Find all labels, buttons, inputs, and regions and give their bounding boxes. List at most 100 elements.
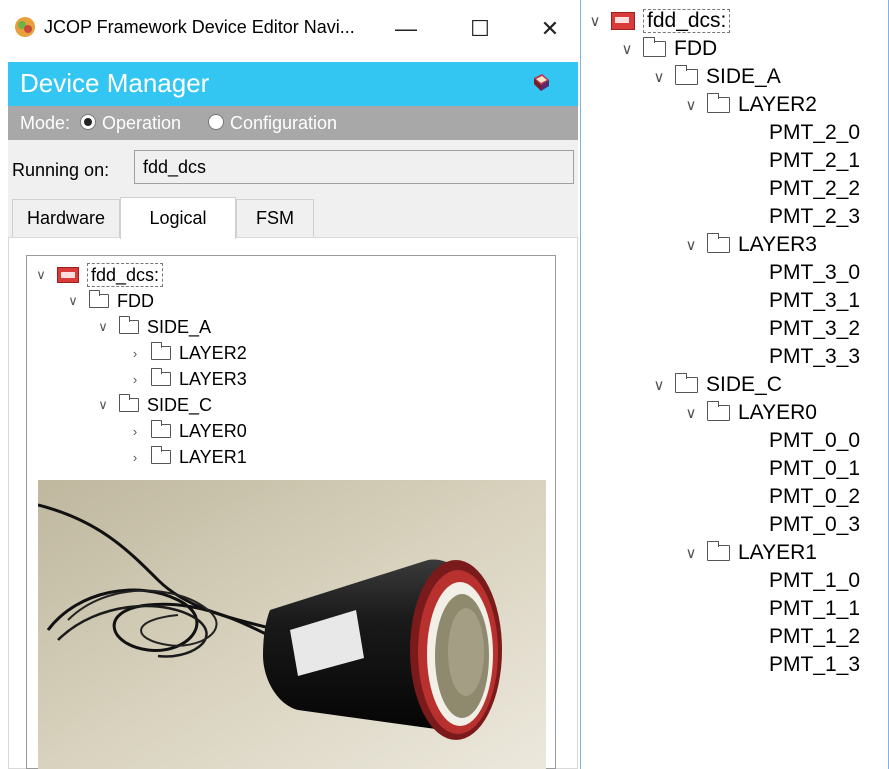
folder-icon: [675, 373, 698, 393]
tree-node-root[interactable]: ∨ fdd_dcs:: [587, 8, 731, 34]
running-on-field[interactable]: fdd_dcs: [134, 150, 574, 184]
tree-node-label: LAYER1: [179, 446, 247, 467]
tree-leaf-pmt[interactable]: PMT_3_2: [769, 316, 860, 342]
tree-node-label: SIDE_C: [706, 373, 782, 396]
radio-unchecked-icon: [208, 114, 224, 130]
tree-node-layer3[interactable]: ∨ LAYER3: [683, 232, 817, 258]
window-title-bar[interactable]: JCOP Framework Device Editor Navi... — ☐…: [0, 0, 575, 62]
tree-leaf-pmt[interactable]: PMT_1_0: [769, 568, 860, 594]
tree-node-side-a[interactable]: ∨ SIDE_A: [95, 314, 211, 340]
tree-node-label: FDD: [117, 290, 154, 311]
folder-icon: [151, 342, 171, 360]
chevron-down-icon[interactable]: ∨: [651, 375, 667, 395]
tree-leaf-pmt[interactable]: PMT_1_3: [769, 652, 860, 678]
chevron-down-icon[interactable]: ∨: [619, 39, 635, 59]
tree-node-side-a[interactable]: ∨ SIDE_A: [651, 64, 781, 90]
tree-node-label: LAYER1: [738, 541, 817, 564]
folder-icon: [707, 401, 730, 421]
mode-configuration-radio[interactable]: Configuration: [204, 113, 337, 134]
close-button[interactable]: ✕: [530, 12, 570, 46]
chevron-down-icon[interactable]: ∨: [33, 265, 49, 285]
chevron-down-icon[interactable]: ∨: [95, 317, 111, 337]
mode-operation-radio[interactable]: Operation: [76, 113, 181, 134]
tree-node-layer0[interactable]: › LAYER0: [127, 418, 247, 444]
tree-node-label: fdd_dcs:: [87, 263, 164, 287]
tree-node-layer2[interactable]: ∨ LAYER2: [683, 92, 817, 118]
tree-node-layer2[interactable]: › LAYER2: [127, 340, 247, 366]
tree-leaf-pmt[interactable]: PMT_1_1: [769, 596, 860, 622]
folder-icon: [89, 290, 109, 308]
tree-node-root[interactable]: ∨ fdd_dcs:: [33, 262, 164, 288]
tree-node-label: LAYER0: [738, 401, 817, 424]
tree-node-label: fdd_dcs:: [643, 9, 731, 33]
mode-label: Mode:: [20, 113, 71, 133]
tree-leaf-pmt[interactable]: PMT_2_1: [769, 148, 860, 174]
chevron-right-icon[interactable]: ›: [127, 369, 143, 389]
tree-leaf-pmt[interactable]: PMT_3_1: [769, 288, 860, 314]
tree-node-label: LAYER2: [179, 342, 247, 363]
app-icon: [15, 17, 35, 37]
folder-icon: [151, 446, 171, 464]
tree-leaf-pmt[interactable]: PMT_2_0: [769, 120, 860, 146]
tab-logical[interactable]: Logical: [120, 197, 236, 239]
tree-node-side-c[interactable]: ∨ SIDE_C: [651, 372, 782, 398]
tree-node-label: LAYER3: [738, 233, 817, 256]
chevron-down-icon[interactable]: ∨: [683, 543, 699, 563]
tree-node-fdd[interactable]: ∨ FDD: [65, 288, 154, 314]
tree-node-layer1[interactable]: › LAYER1: [127, 444, 247, 470]
folder-icon: [151, 368, 171, 386]
tree-node-label: SIDE_A: [147, 316, 212, 337]
chevron-down-icon[interactable]: ∨: [587, 11, 603, 31]
folder-icon: [707, 541, 730, 561]
device-manager-header: Device Manager: [8, 62, 578, 106]
chevron-down-icon[interactable]: ∨: [95, 395, 111, 415]
folder-icon: [675, 65, 698, 85]
mode-configuration-label: Configuration: [230, 113, 338, 133]
folder-icon: [643, 37, 666, 57]
tree-node-side-c[interactable]: ∨ SIDE_C: [95, 392, 212, 418]
folder-icon: [707, 233, 730, 253]
chevron-right-icon[interactable]: ›: [127, 421, 143, 441]
chevron-right-icon[interactable]: ›: [127, 343, 143, 363]
system-icon: [57, 267, 79, 283]
help-book-icon[interactable]: [530, 72, 552, 94]
tree-node-label: SIDE_C: [147, 394, 213, 415]
tree-node-label: LAYER2: [738, 93, 817, 116]
running-on-label: Running on:: [12, 160, 110, 180]
chevron-down-icon[interactable]: ∨: [683, 95, 699, 115]
chevron-down-icon[interactable]: ∨: [651, 67, 667, 87]
tree-leaf-pmt[interactable]: PMT_3_3: [769, 344, 860, 370]
tree-node-label: LAYER3: [179, 368, 247, 389]
tree-leaf-pmt[interactable]: PMT_1_2: [769, 624, 860, 650]
mode-bar: Mode: Operation Configuration: [8, 106, 578, 140]
tree-leaf-pmt[interactable]: PMT_0_2: [769, 484, 860, 510]
tree-leaf-pmt[interactable]: PMT_0_1: [769, 456, 860, 482]
tree-leaf-pmt[interactable]: PMT_3_0: [769, 260, 860, 286]
tree-node-layer3[interactable]: › LAYER3: [127, 366, 247, 392]
chevron-down-icon[interactable]: ∨: [683, 403, 699, 423]
tree-node-layer1[interactable]: ∨ LAYER1: [683, 540, 817, 566]
chevron-down-icon[interactable]: ∨: [65, 291, 81, 311]
page-title: Device Manager: [20, 68, 210, 98]
expanded-tree-panel: ∨ fdd_dcs: ∨ FDD ∨ SIDE_A ∨ LAYER2 PMT_2…: [580, 0, 889, 769]
tree-node-label: LAYER0: [179, 420, 247, 441]
folder-icon: [151, 420, 171, 438]
mode-operation-label: Operation: [102, 113, 182, 133]
tab-fsm[interactable]: FSM: [236, 199, 314, 237]
tree-leaf-pmt[interactable]: PMT_2_3: [769, 204, 860, 230]
chevron-right-icon[interactable]: ›: [127, 447, 143, 467]
system-icon: [611, 12, 635, 30]
tab-hardware[interactable]: Hardware: [12, 199, 120, 237]
minimize-button[interactable]: —: [386, 12, 426, 46]
window-title: JCOP Framework Device Editor Navi...: [44, 17, 355, 37]
tree-leaf-pmt[interactable]: PMT_2_2: [769, 176, 860, 202]
maximize-button[interactable]: ☐: [460, 12, 500, 46]
tree-leaf-pmt[interactable]: PMT_0_0: [769, 428, 860, 454]
tree-node-fdd[interactable]: ∨ FDD: [619, 36, 717, 62]
tree-node-label: SIDE_A: [706, 65, 781, 88]
folder-icon: [707, 93, 730, 113]
tree-leaf-pmt[interactable]: PMT_0_3: [769, 512, 860, 538]
tree-node-layer0[interactable]: ∨ LAYER0: [683, 400, 817, 426]
chevron-down-icon[interactable]: ∨: [683, 235, 699, 255]
folder-icon: [119, 394, 139, 412]
